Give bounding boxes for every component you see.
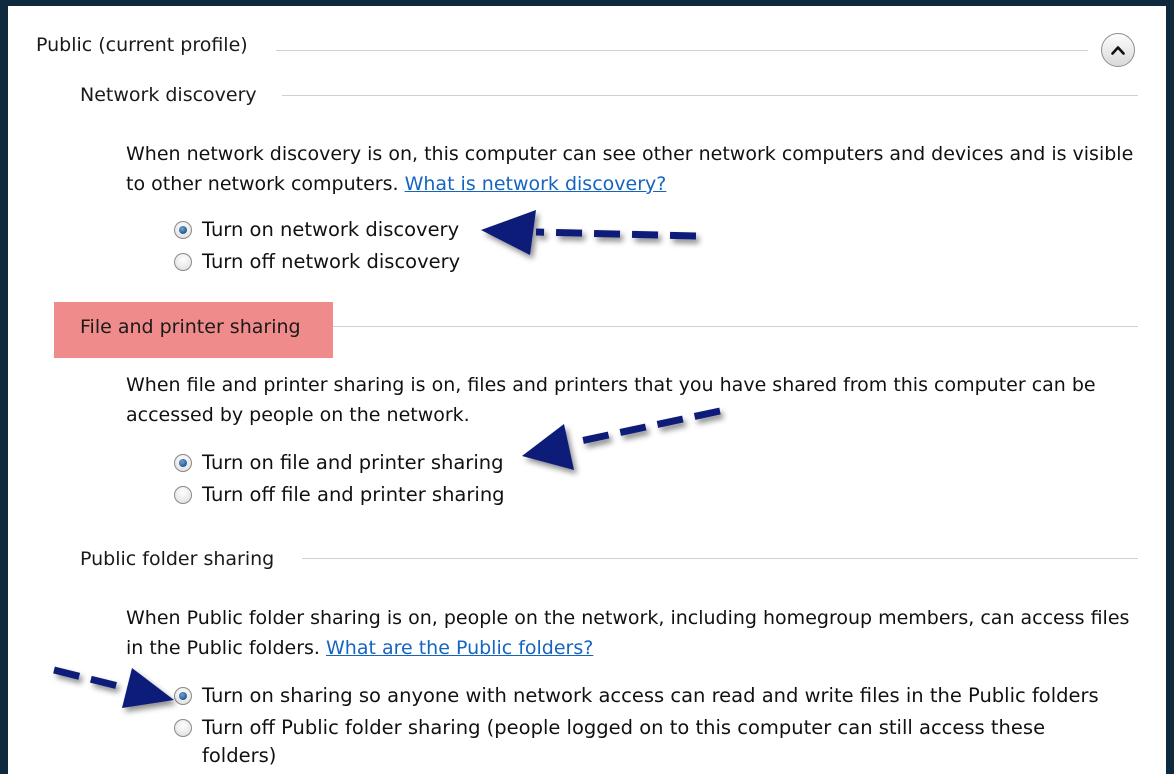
- collapse-button[interactable]: [1101, 33, 1135, 67]
- turn-on-public-folder-sharing-radio[interactable]: [174, 687, 192, 705]
- option-label: Turn off file and printer sharing: [202, 483, 505, 506]
- network-discovery-divider: [282, 95, 1138, 96]
- turn-on-file-printer-sharing-radio[interactable]: [174, 454, 192, 472]
- profile-title: Public (current profile): [36, 34, 248, 56]
- turn-off-file-printer-sharing-radio[interactable]: [174, 486, 192, 504]
- turn-on-file-printer-sharing-option[interactable]: Turn on file and printer sharing: [174, 449, 503, 477]
- arrow-public-folder-sharing: [53, 666, 174, 708]
- public-folders-help-link[interactable]: What are the Public folders?: [326, 637, 593, 659]
- option-label: Turn on sharing so anyone with network a…: [202, 684, 1099, 707]
- turn-off-public-folder-sharing-radio[interactable]: [174, 719, 192, 737]
- file-printer-sharing-divider: [333, 326, 1138, 327]
- turn-off-file-printer-sharing-option[interactable]: Turn off file and printer sharing: [174, 481, 505, 509]
- profile-divider: [276, 50, 1088, 51]
- turn-off-network-discovery-option[interactable]: Turn off network discovery: [174, 248, 460, 276]
- network-discovery-description: When network discovery is on, this compu…: [126, 139, 1136, 199]
- network-discovery-help-link[interactable]: What is network discovery?: [405, 173, 667, 195]
- file-printer-sharing-heading: File and printer sharing: [80, 316, 301, 338]
- turn-on-public-folder-sharing-option[interactable]: Turn on sharing so anyone with network a…: [174, 682, 1134, 710]
- option-label: Turn off network discovery: [202, 250, 461, 273]
- file-printer-sharing-description: When file and printer sharing is on, fil…: [126, 374, 1096, 426]
- public-folder-sharing-description-text: When Public folder sharing is on, people…: [126, 607, 1130, 659]
- chevron-up-icon: [1111, 46, 1125, 55]
- option-label: Turn on file and printer sharing: [202, 451, 504, 474]
- turn-on-network-discovery-radio[interactable]: [174, 221, 192, 239]
- network-discovery-heading: Network discovery: [80, 84, 257, 106]
- turn-off-public-folder-sharing-option[interactable]: Turn off Public folder sharing (people l…: [174, 714, 1114, 770]
- public-folder-sharing-divider: [302, 558, 1138, 559]
- turn-off-network-discovery-radio[interactable]: [174, 253, 192, 271]
- option-label: Turn off Public folder sharing (people l…: [202, 716, 1046, 767]
- advanced-sharing-settings-panel: Public (current profile) Network discove…: [8, 6, 1166, 774]
- arrow-network-discovery: [481, 210, 697, 255]
- public-folder-sharing-description: When Public folder sharing is on, people…: [126, 603, 1136, 663]
- turn-on-network-discovery-option[interactable]: Turn on network discovery: [174, 216, 459, 244]
- option-label: Turn on network discovery: [202, 218, 460, 241]
- public-folder-sharing-heading: Public folder sharing: [80, 548, 275, 570]
